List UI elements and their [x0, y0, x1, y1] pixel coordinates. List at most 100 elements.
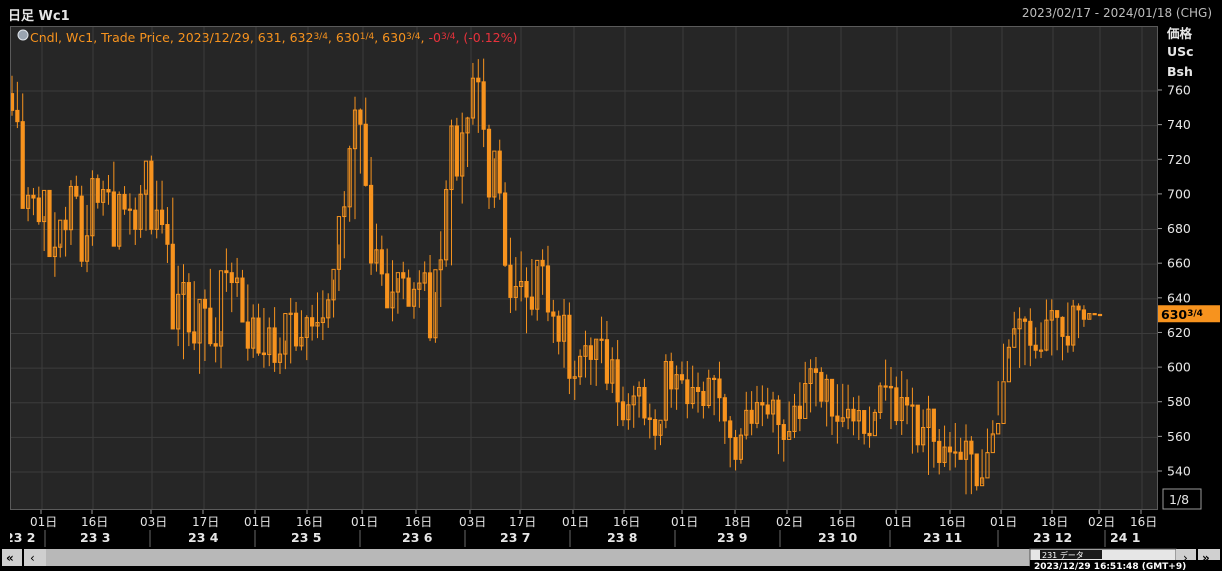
x-axis[interactable]: 01日 16日 03日 17日 01日 16日 01日 16日 03日 17日 01日 16日 01日 1…: [10, 510, 1158, 547]
candle[interactable]: [781, 419, 786, 462]
candle[interactable]: [20, 93, 25, 209]
candle[interactable]: [717, 361, 722, 422]
candle[interactable]: [245, 284, 250, 361]
candle[interactable]: [454, 117, 459, 181]
candle[interactable]: [486, 124, 492, 209]
time-navigator[interactable]: « ‹ 231 データ › » 2023/12/29 16:51:48 (GMT…: [0, 547, 1222, 571]
candle[interactable]: [90, 170, 95, 246]
candle[interactable]: [931, 408, 936, 468]
candle[interactable]: [310, 304, 315, 341]
candle[interactable]: [502, 182, 508, 267]
candle[interactable]: [599, 316, 604, 364]
candle[interactable]: [256, 303, 261, 356]
candle[interactable]: [578, 349, 583, 385]
candle[interactable]: [561, 298, 567, 368]
candle[interactable]: [181, 264, 186, 360]
candle[interactable]: [299, 310, 304, 351]
candle[interactable]: [320, 290, 325, 341]
candle[interactable]: [208, 268, 213, 347]
candle[interactable]: [1055, 310, 1060, 351]
candle[interactable]: [937, 429, 942, 475]
candle[interactable]: [1017, 307, 1022, 368]
candle[interactable]: [631, 385, 636, 428]
candle[interactable]: [829, 378, 835, 435]
candle[interactable]: [744, 391, 749, 440]
candle[interactable]: [1006, 339, 1011, 383]
candle[interactable]: [395, 272, 400, 314]
candle[interactable]: [642, 378, 647, 426]
candle[interactable]: [470, 62, 476, 125]
candle[interactable]: [594, 338, 599, 386]
candle[interactable]: [342, 191, 347, 259]
candle[interactable]: [58, 219, 63, 258]
candle[interactable]: [143, 160, 149, 231]
candle[interactable]: [685, 360, 690, 419]
candle[interactable]: [368, 156, 374, 275]
candle[interactable]: [620, 386, 626, 427]
candle[interactable]: [669, 352, 674, 408]
candle[interactable]: [926, 395, 931, 475]
candle[interactable]: [63, 206, 68, 257]
candle[interactable]: [583, 330, 588, 378]
candlestick-chart[interactable]: Cndl, Wc1, Trade Price, 2023/12/29, 631,…: [11, 27, 1157, 509]
candle[interactable]: [658, 419, 663, 446]
candle[interactable]: [963, 424, 969, 495]
candle[interactable]: [524, 267, 529, 334]
candle[interactable]: [567, 302, 572, 395]
candle[interactable]: [25, 187, 31, 222]
candle[interactable]: [588, 337, 593, 385]
candle[interactable]: [261, 307, 267, 368]
candle[interactable]: [728, 416, 733, 468]
candle[interactable]: [133, 197, 138, 245]
candle[interactable]: [979, 449, 985, 487]
candle[interactable]: [363, 97, 368, 187]
candle[interactable]: [497, 139, 502, 200]
candle[interactable]: [192, 281, 197, 351]
candle[interactable]: [513, 257, 518, 311]
candle[interactable]: [36, 186, 41, 225]
y-axis[interactable]: 価格 USc Bsh 540 560 580 600 620 640 660 680 700 72…: [1158, 26, 1222, 510]
candle[interactable]: [910, 387, 915, 454]
candle[interactable]: [610, 347, 615, 394]
candle[interactable]: [770, 391, 776, 433]
candle[interactable]: [251, 304, 256, 358]
candle[interactable]: [68, 180, 74, 245]
candle[interactable]: [792, 393, 797, 439]
candle[interactable]: [165, 207, 170, 263]
candle[interactable]: [390, 260, 395, 322]
candle[interactable]: [996, 381, 1001, 435]
candle[interactable]: [411, 282, 417, 319]
candle[interactable]: [690, 365, 695, 409]
candle[interactable]: [733, 429, 738, 471]
scroll-left-step-button[interactable]: [24, 549, 46, 566]
candle[interactable]: [492, 150, 497, 208]
candle[interactable]: [1065, 302, 1070, 353]
candle[interactable]: [899, 371, 904, 435]
candle[interactable]: [47, 189, 52, 258]
candle[interactable]: [1022, 316, 1028, 366]
candle[interactable]: [1038, 322, 1044, 359]
candle[interactable]: [969, 436, 974, 495]
candle[interactable]: [722, 393, 727, 444]
candle[interactable]: [765, 387, 770, 419]
candle[interactable]: [229, 262, 234, 313]
candle[interactable]: [1092, 27, 1097, 316]
candle[interactable]: [953, 422, 958, 468]
candle[interactable]: [760, 385, 765, 427]
candle[interactable]: [154, 180, 159, 239]
candle[interactable]: [176, 265, 181, 347]
candle[interactable]: [540, 249, 545, 295]
candle[interactable]: [958, 437, 963, 460]
candle[interactable]: [1081, 305, 1087, 327]
candle[interactable]: [647, 403, 652, 439]
candle[interactable]: [551, 299, 556, 343]
candle[interactable]: [878, 382, 883, 420]
candle[interactable]: [888, 367, 894, 430]
candle[interactable]: [701, 381, 706, 419]
candle[interactable]: [42, 189, 47, 252]
candle[interactable]: [331, 268, 336, 318]
candle[interactable]: [1076, 303, 1081, 339]
candle[interactable]: [695, 372, 701, 413]
candle[interactable]: [749, 391, 754, 436]
candle[interactable]: [840, 383, 845, 428]
